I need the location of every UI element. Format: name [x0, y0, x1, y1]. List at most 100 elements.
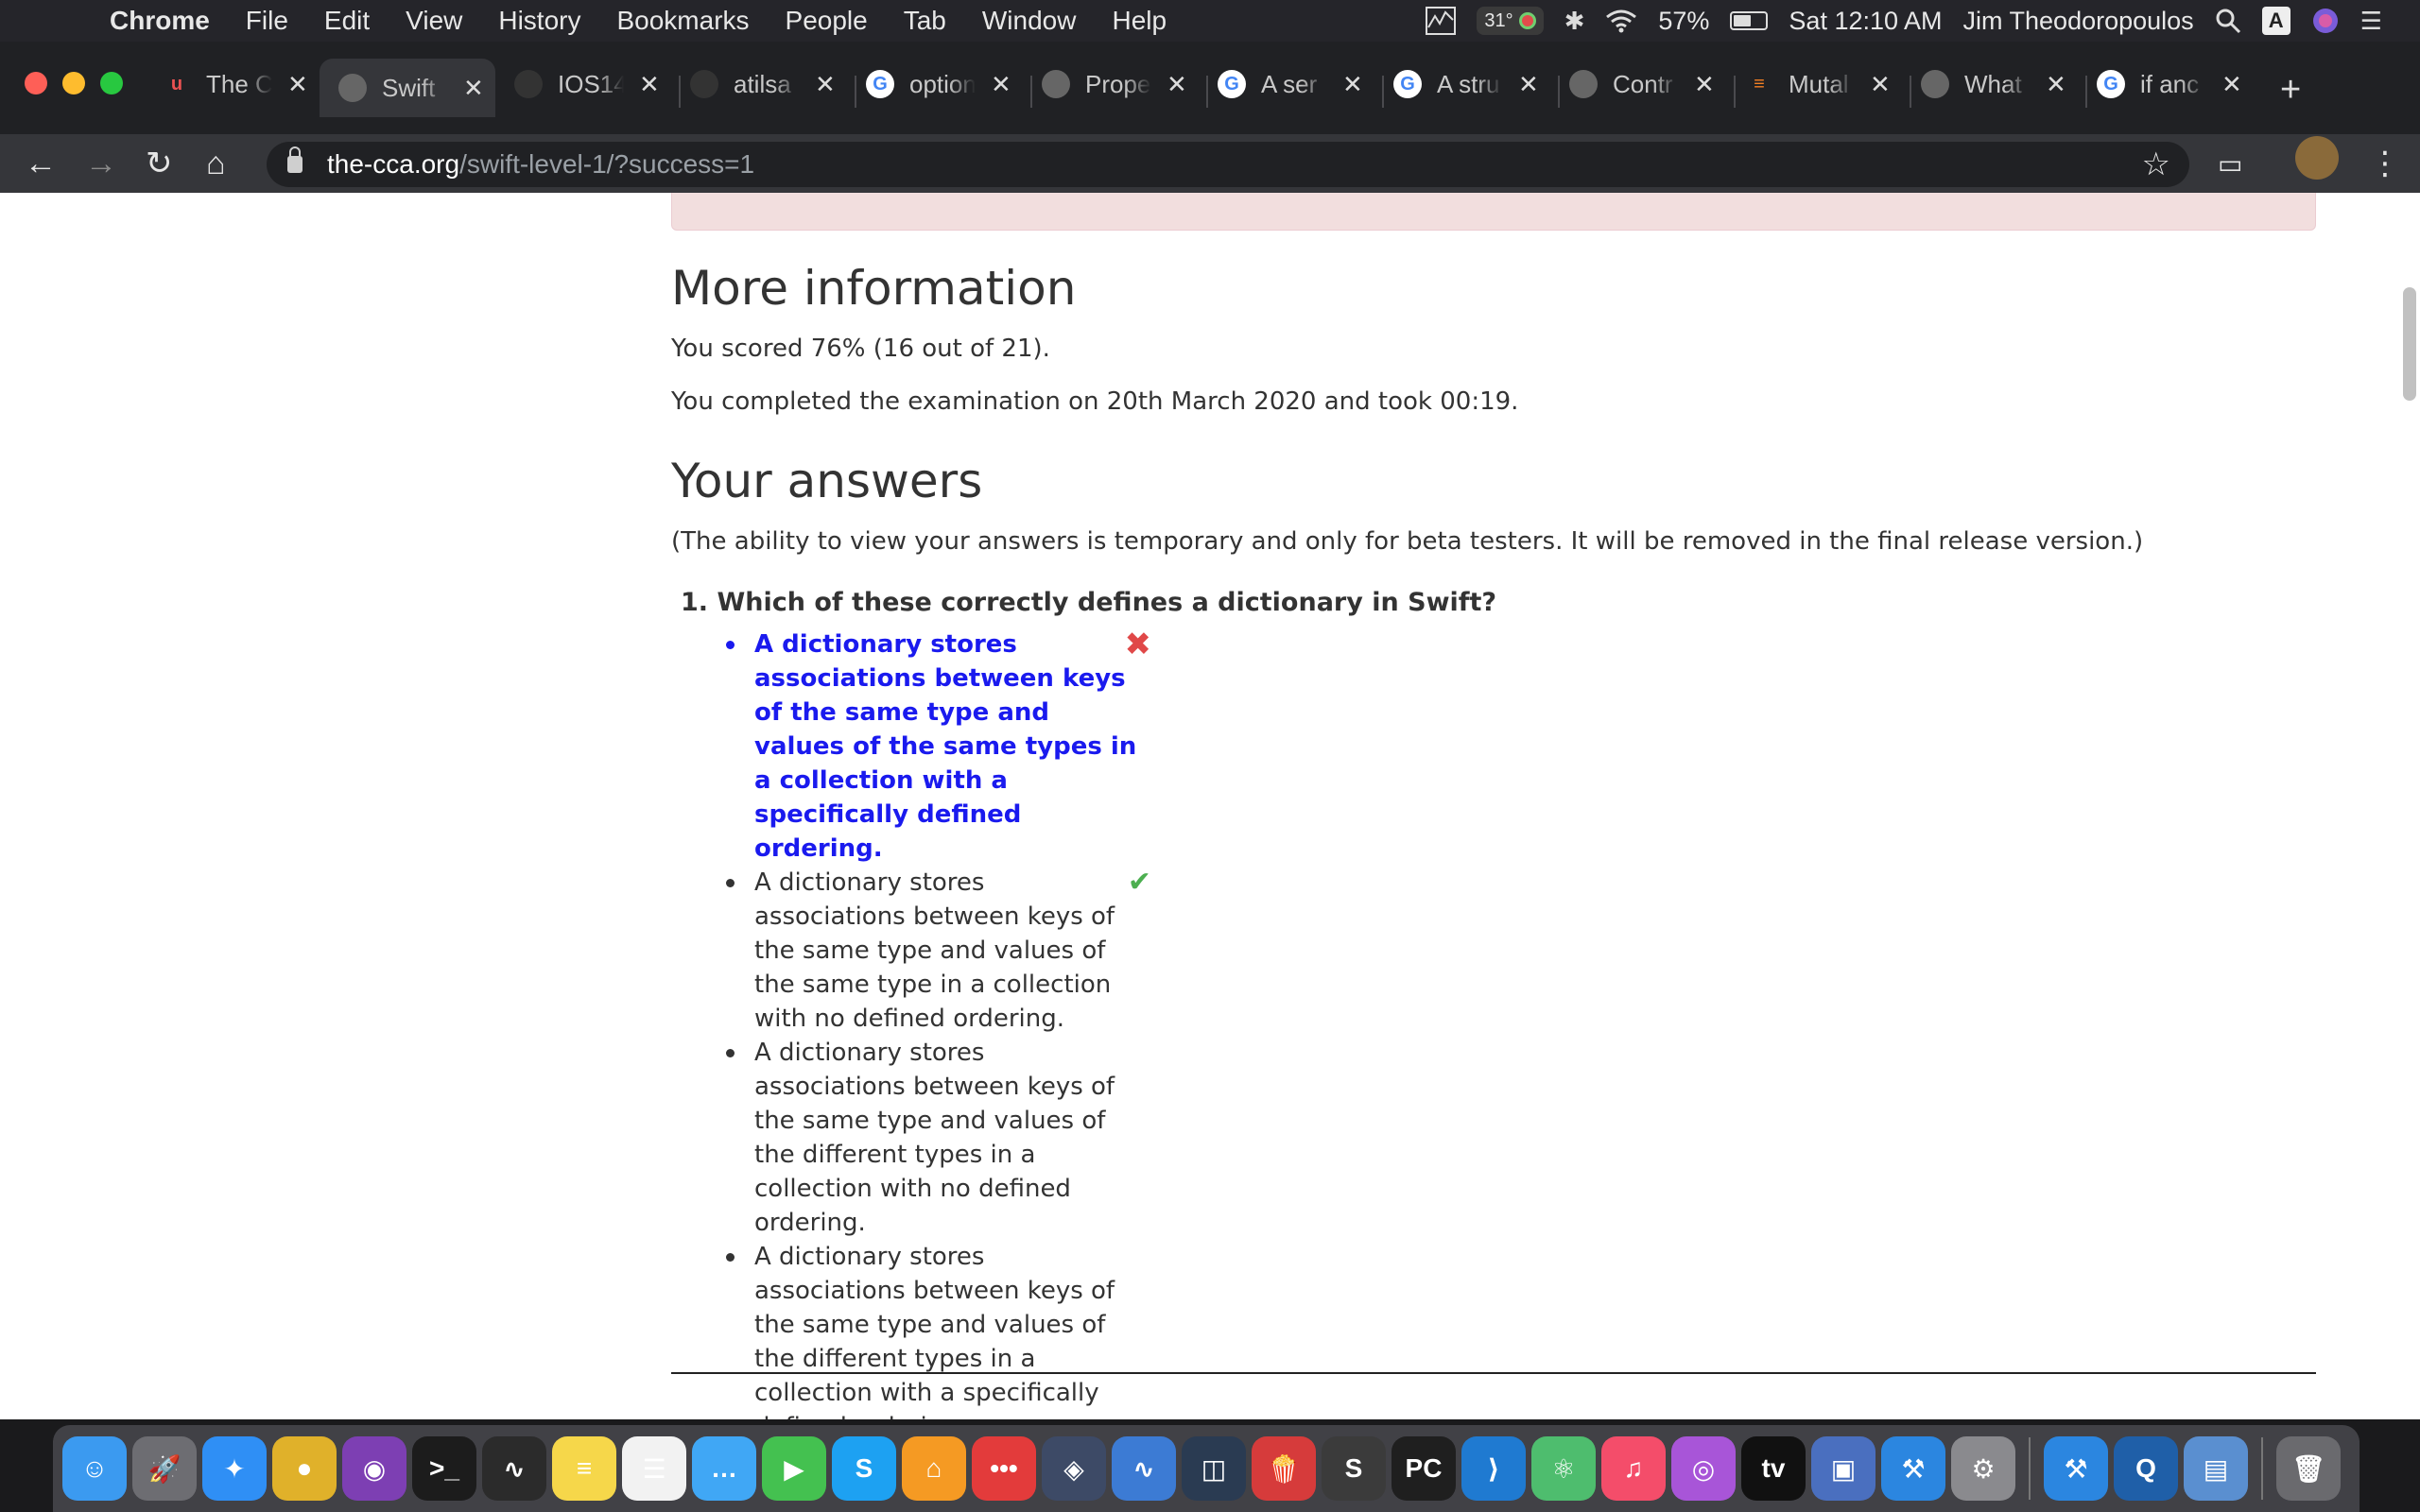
- new-tab-button[interactable]: +: [2280, 70, 2301, 111]
- menu-history[interactable]: History: [498, 6, 580, 36]
- user-name[interactable]: Jim Theodoropoulos: [1963, 7, 2194, 36]
- tab-close-icon[interactable]: ✕: [1342, 70, 1363, 99]
- notification-center-icon[interactable]: ☰: [2360, 7, 2382, 36]
- tab-close-icon[interactable]: ✕: [287, 70, 308, 99]
- tab-close-icon[interactable]: ✕: [1167, 70, 1187, 99]
- tab-close-icon[interactable]: ✕: [1870, 70, 1891, 99]
- sublime-icon[interactable]: S: [1322, 1436, 1386, 1501]
- dash-icon[interactable]: ◫: [1182, 1436, 1246, 1501]
- tab-4[interactable]: Goption ✕: [866, 59, 1011, 110]
- tab-1[interactable]: Swift ✕: [320, 59, 495, 117]
- preview-icon[interactable]: ▤: [2184, 1436, 2248, 1501]
- music-icon[interactable]: ♫: [1601, 1436, 1666, 1501]
- atom-icon[interactable]: ⚛: [1531, 1436, 1596, 1501]
- input-source-icon[interactable]: A: [2261, 7, 2290, 35]
- chrome-menu-icon[interactable]: ⋮: [2369, 145, 2401, 182]
- chrome-icon[interactable]: ●: [272, 1436, 337, 1501]
- url-text[interactable]: the-cca.org/swift-level-1/?success=1: [327, 149, 754, 180]
- tab-10[interactable]: What ✕: [1921, 59, 2066, 110]
- home-icon[interactable]: ⌂: [206, 146, 226, 182]
- wifi-icon[interactable]: [1605, 9, 1637, 33]
- dock-separator: [2029, 1437, 2031, 1500]
- tab-6[interactable]: G A ser ✕: [1218, 59, 1363, 110]
- activity-graph-icon[interactable]: [1426, 7, 1457, 35]
- menu-app-name[interactable]: Chrome: [110, 6, 210, 36]
- menu-people[interactable]: People: [786, 6, 868, 36]
- menu-tab[interactable]: Tab: [904, 6, 946, 36]
- back-arrow-icon[interactable]: ←: [25, 146, 57, 182]
- menu-help[interactable]: Help: [1112, 6, 1167, 36]
- notes-icon[interactable]: ≡: [552, 1436, 616, 1501]
- tab-11[interactable]: Gif anc ✕: [2097, 59, 2242, 110]
- scrollbar-thumb[interactable]: [2403, 287, 2416, 401]
- clock[interactable]: Sat 12:10 AM: [1789, 7, 1942, 36]
- finder-icon[interactable]: ☺: [62, 1436, 127, 1501]
- home-icon[interactable]: ⌂: [902, 1436, 966, 1501]
- podcasts-icon[interactable]: ◎: [1671, 1436, 1736, 1501]
- lock-icon[interactable]: [287, 146, 302, 173]
- tab-close-icon[interactable]: ✕: [1694, 70, 1715, 99]
- reload-icon[interactable]: ↻: [146, 145, 173, 182]
- terminal-icon[interactable]: >_: [412, 1436, 476, 1501]
- cast-icon[interactable]: ▭: [2218, 148, 2242, 180]
- bluetooth-icon[interactable]: ✱: [1564, 7, 1585, 36]
- tab-close-icon[interactable]: ✕: [815, 70, 836, 99]
- forward-arrow-icon[interactable]: →: [85, 146, 117, 182]
- tab-close-icon[interactable]: ✕: [1518, 70, 1539, 99]
- quicktime-icon[interactable]: Q: [2114, 1436, 2178, 1501]
- trash-icon[interactable]: 🗑: [2276, 1436, 2341, 1501]
- temperature-badge[interactable]: 31°: [1477, 7, 1544, 35]
- menu-view[interactable]: View: [406, 6, 462, 36]
- bookmark-star-icon[interactable]: ☆: [2142, 146, 2170, 183]
- tab-close-icon[interactable]: ✕: [991, 70, 1011, 99]
- tor-icon[interactable]: ◉: [342, 1436, 406, 1501]
- tab-9[interactable]: ≡ Mutal ✕: [1745, 59, 1891, 110]
- virtualbox-icon[interactable]: ▣: [1811, 1436, 1876, 1501]
- more-apps-icon[interactable]: •••: [972, 1436, 1036, 1501]
- tab-2[interactable]: IOS14 ✕: [514, 59, 660, 110]
- safari-icon[interactable]: ✦: [202, 1436, 267, 1501]
- xcode-beta-icon[interactable]: ⚒: [2044, 1436, 2108, 1501]
- zoom-window-button[interactable]: [100, 72, 123, 94]
- tab-8[interactable]: Contr ✕: [1569, 59, 1715, 110]
- davinci-icon[interactable]: ◈: [1042, 1436, 1106, 1501]
- tab-7[interactable]: G A stru ✕: [1393, 59, 1539, 110]
- reminders-icon[interactable]: ☰: [622, 1436, 686, 1501]
- tv-icon[interactable]: tv: [1741, 1436, 1806, 1501]
- pycharm-icon[interactable]: PC: [1392, 1436, 1456, 1501]
- spotlight-search-icon[interactable]: [2215, 8, 2241, 34]
- minimize-window-button[interactable]: [62, 72, 85, 94]
- system-preferences-icon[interactable]: ⚙: [1951, 1436, 2015, 1501]
- menu-file[interactable]: File: [246, 6, 288, 36]
- menu-window[interactable]: Window: [982, 6, 1077, 36]
- tab-title: A ser: [1261, 69, 1318, 98]
- activity-monitor-icon[interactable]: ∿: [482, 1436, 546, 1501]
- dock: ☺ 🚀 ✦ ● ◉ >_ ∿ ≡ ☰… ▶ S ⌂ ••• ◈ ∿ ◫ 🍿 S PC ⟩ ⚛ ♫ ◎ tv ▣ ⚒ ⚙ ⚒ Q ▤ 🗑: [53, 1425, 2360, 1512]
- vscode-icon[interactable]: ⟩: [1461, 1436, 1526, 1501]
- tab-title: A stru: [1437, 69, 1500, 98]
- tab-close-icon[interactable]: ✕: [463, 74, 484, 103]
- google-icon: G: [1218, 70, 1246, 98]
- launchpad-icon[interactable]: 🚀: [132, 1436, 197, 1501]
- facetime-icon[interactable]: ▶: [762, 1436, 826, 1501]
- tab-0[interactable]: u The C ✕: [163, 59, 308, 110]
- tab-close-icon[interactable]: ✕: [2221, 70, 2242, 99]
- tab-close-icon[interactable]: ✕: [2046, 70, 2066, 99]
- battery-icon[interactable]: [1730, 11, 1769, 30]
- temperature-value: 31°: [1484, 9, 1513, 31]
- istat-icon[interactable]: ∿: [1112, 1436, 1176, 1501]
- tab-5[interactable]: Prope ✕: [1042, 59, 1187, 110]
- menu-edit[interactable]: Edit: [324, 6, 370, 36]
- close-window-button[interactable]: [25, 72, 47, 94]
- profile-avatar[interactable]: [2295, 136, 2339, 180]
- popcorn-icon[interactable]: 🍿: [1252, 1436, 1316, 1501]
- tab-3[interactable]: atilsa ✕: [690, 59, 836, 110]
- tab-close-icon[interactable]: ✕: [639, 70, 660, 99]
- xcode-icon[interactable]: ⚒: [1881, 1436, 1945, 1501]
- skype-icon[interactable]: S: [832, 1436, 896, 1501]
- url-path: /swift-level-1/?success=1: [459, 149, 755, 179]
- menu-bookmarks[interactable]: Bookmarks: [616, 6, 749, 36]
- address-bar[interactable]: the-cca.org/swift-level-1/?success=1 ☆: [267, 142, 2189, 187]
- messages-icon[interactable]: …: [692, 1436, 756, 1501]
- siri-icon[interactable]: [2311, 7, 2340, 35]
